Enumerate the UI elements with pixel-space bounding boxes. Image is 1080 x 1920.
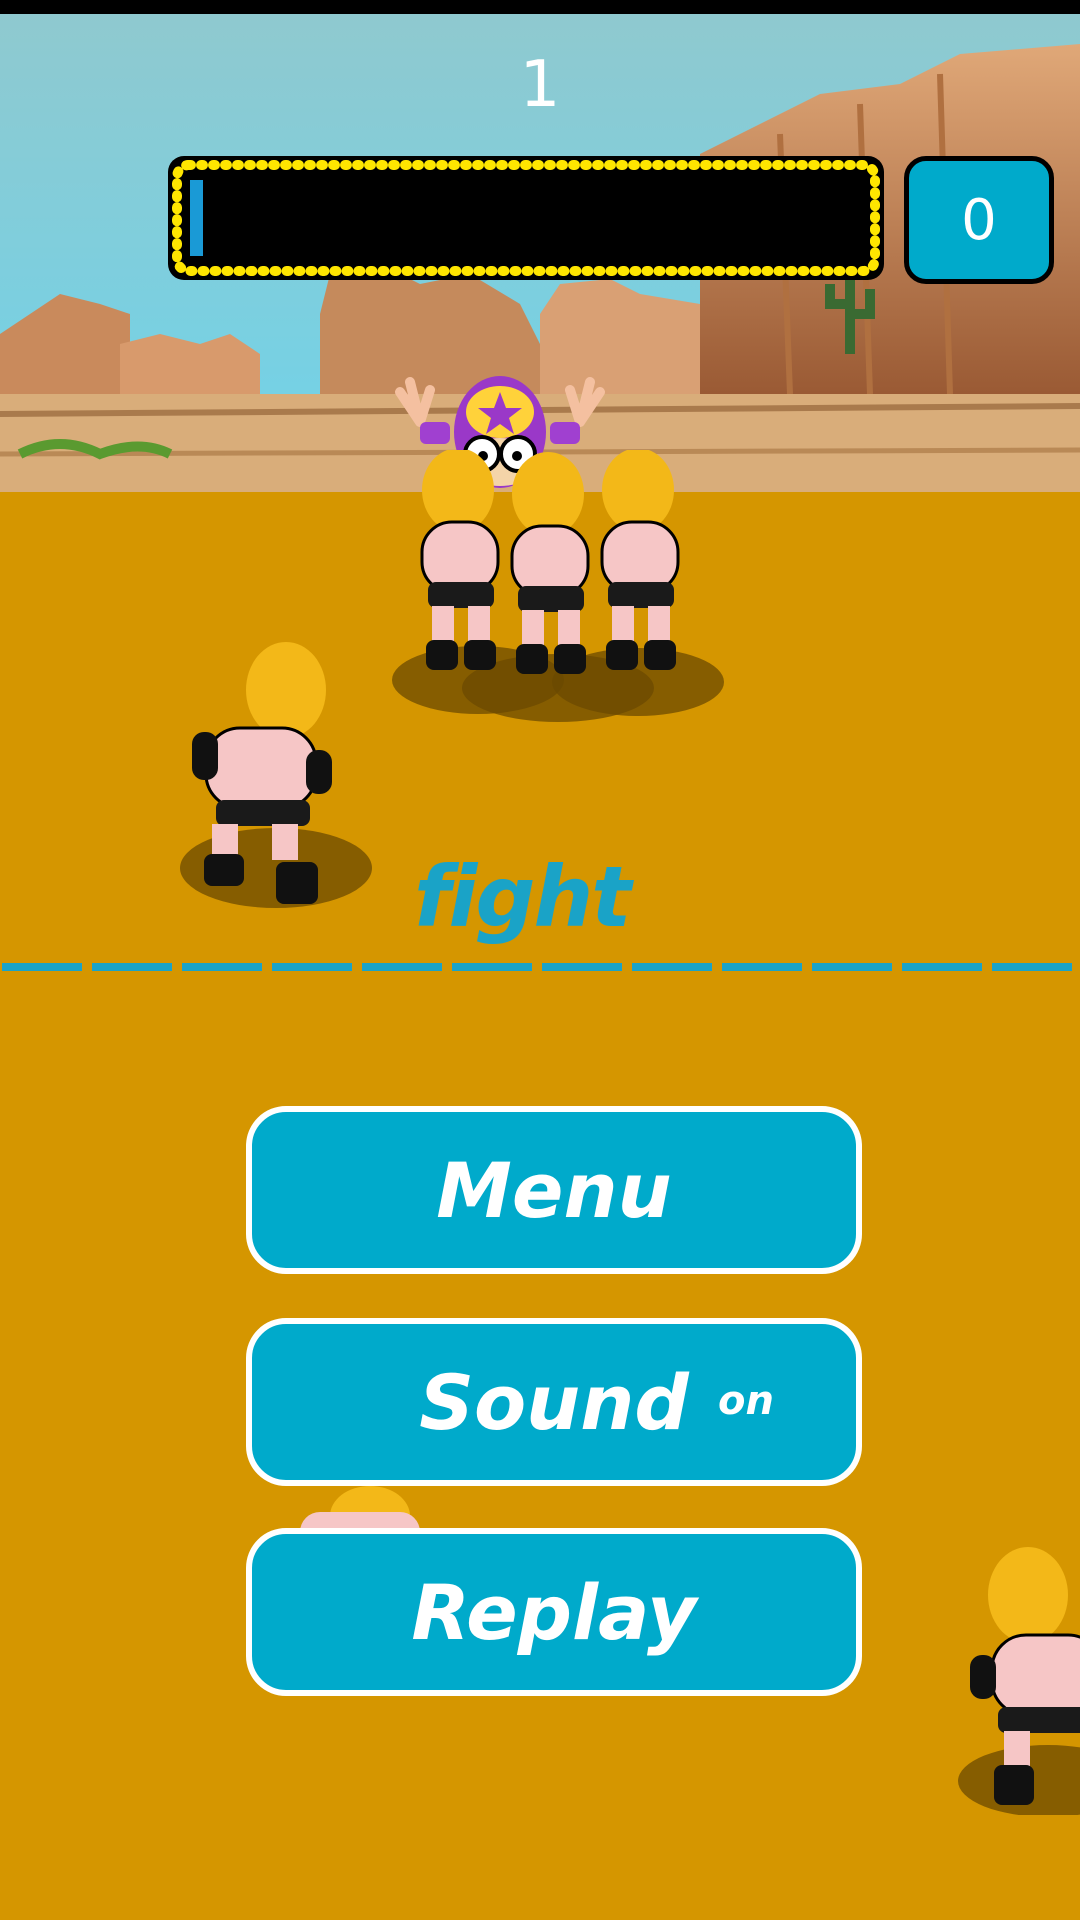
- sound-toggle-button[interactable]: Sound on: [246, 1318, 862, 1486]
- wrestler-group[interactable]: [378, 450, 738, 730]
- power-meter-track: [178, 166, 874, 270]
- power-meter: [168, 156, 884, 280]
- level-number: 1: [519, 48, 561, 122]
- power-meter-fill: [190, 180, 203, 256]
- menu-button[interactable]: Menu: [246, 1106, 862, 1274]
- top-status-strip: [0, 0, 1080, 14]
- sound-button-label: Sound: [419, 1357, 689, 1447]
- replay-button-label: Replay: [411, 1567, 697, 1657]
- dashed-divider: [2, 963, 1080, 971]
- wrestler-left[interactable]: [176, 640, 386, 920]
- score-box: 0: [904, 156, 1054, 284]
- sound-state-label: on: [718, 1378, 774, 1424]
- score-value: 0: [961, 187, 997, 253]
- replay-button[interactable]: Replay: [246, 1528, 862, 1696]
- menu-button-label: Menu: [436, 1145, 672, 1235]
- wrestler-right[interactable]: [958, 1545, 1080, 1815]
- typing-word: fight: [414, 848, 631, 946]
